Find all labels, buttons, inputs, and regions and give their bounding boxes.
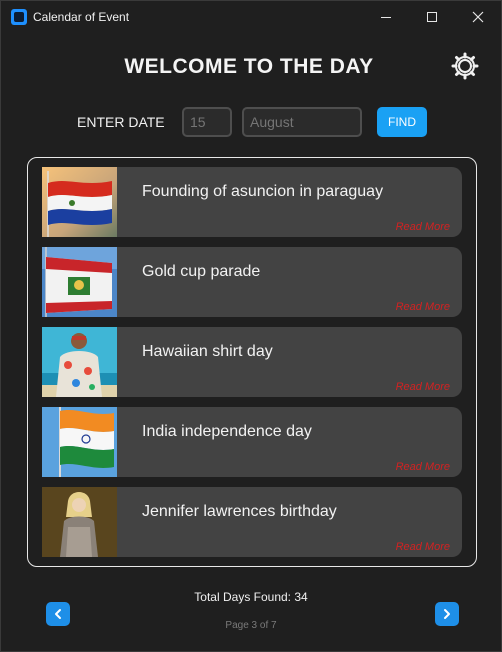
maximize-icon	[427, 12, 437, 22]
event-list: Founding of asuncion in paraguay Read Mo…	[27, 157, 477, 567]
read-more-link[interactable]: Read More	[396, 381, 450, 393]
app-icon	[11, 9, 27, 25]
page-indicator: Page 3 of 7	[225, 620, 277, 631]
app-window: Calendar of Event WELCOME TO THE DAY ENT…	[0, 0, 502, 652]
minimize-icon	[381, 16, 391, 18]
event-title: India independence day	[142, 423, 312, 440]
settings-button[interactable]	[451, 52, 479, 80]
event-card[interactable]: Gold cup parade Read More	[42, 247, 462, 317]
event-thumbnail	[42, 327, 117, 397]
day-input[interactable]	[182, 107, 232, 137]
event-card[interactable]: Hawaiian shirt day Read More	[42, 327, 462, 397]
find-button[interactable]: FIND	[377, 107, 427, 137]
next-page-button[interactable]	[435, 602, 459, 626]
chevron-left-icon	[55, 609, 61, 619]
previous-page-button[interactable]	[46, 602, 70, 626]
total-days-found: Total Days Found: 34	[194, 590, 308, 604]
event-title: Gold cup parade	[142, 263, 261, 280]
close-button[interactable]	[455, 1, 501, 33]
read-more-link[interactable]: Read More	[396, 301, 450, 313]
event-title: Founding of asuncion in paraguay	[142, 183, 384, 200]
event-thumbnail	[42, 407, 117, 477]
maximize-button[interactable]	[409, 1, 455, 33]
event-card[interactable]: India independence day Read More	[42, 407, 462, 477]
event-title: Jennifer lawrences birthday	[142, 503, 337, 520]
gear-icon	[451, 52, 479, 80]
event-card[interactable]: Founding of asuncion in paraguay Read Mo…	[42, 167, 462, 237]
minimize-button[interactable]	[363, 1, 409, 33]
event-thumbnail	[42, 487, 117, 557]
event-title: Hawaiian shirt day	[142, 343, 273, 360]
read-more-link[interactable]: Read More	[396, 461, 450, 473]
event-card[interactable]: Jennifer lawrences birthday Read More	[42, 487, 462, 557]
enter-date-label: ENTER DATE	[77, 114, 165, 130]
close-icon	[472, 11, 484, 23]
window-title: Calendar of Event	[33, 10, 130, 24]
title-bar: Calendar of Event	[1, 1, 501, 33]
chevron-right-icon	[444, 609, 450, 619]
page-title: WELCOME TO THE DAY	[124, 55, 374, 78]
read-more-link[interactable]: Read More	[396, 541, 450, 553]
month-input[interactable]	[242, 107, 362, 137]
event-thumbnail	[42, 247, 117, 317]
event-thumbnail	[42, 167, 117, 237]
read-more-link[interactable]: Read More	[396, 221, 450, 233]
